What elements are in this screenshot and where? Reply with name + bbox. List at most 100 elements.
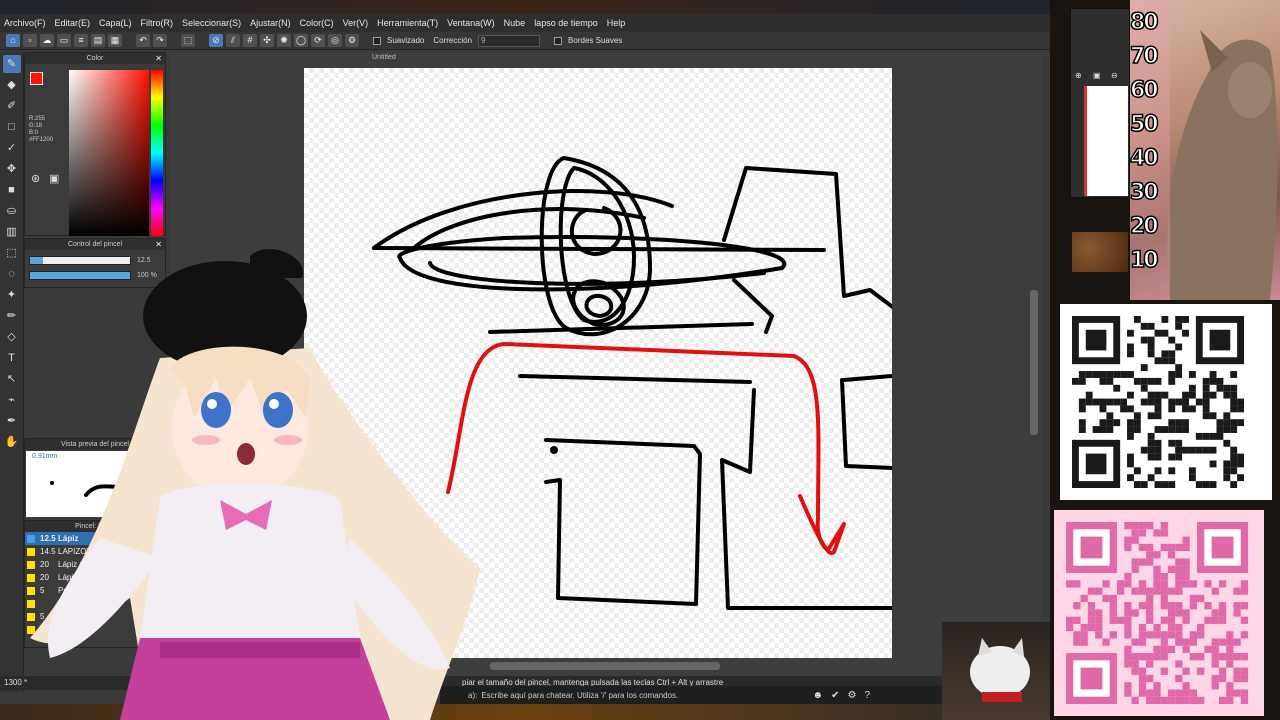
color-panel: Color ✕ R:255 G:18 B:0 #FF1200 ⊛ ▣	[24, 52, 166, 236]
layers-icon[interactable]: ▤	[91, 34, 105, 47]
snap-radial-icon[interactable]: ✺	[277, 34, 291, 47]
home-icon[interactable]: ⌂	[6, 34, 20, 47]
snap-cross-icon[interactable]: ✣	[260, 34, 274, 47]
red-arrow-stroke	[446, 342, 846, 555]
ruler-number: 20	[1129, 213, 1159, 240]
menu-ajustar[interactable]: Ajustar(N)	[250, 18, 291, 28]
ruler-number: 30	[1129, 179, 1159, 206]
snap-grid-icon[interactable]: #	[243, 34, 257, 47]
menu-help[interactable]: Help	[607, 18, 626, 28]
selection-icon[interactable]: ⬚	[181, 34, 195, 47]
emoji-icon[interactable]: ☻	[813, 690, 824, 701]
document-icon[interactable]: ≡	[74, 34, 88, 47]
vtuber-avatar	[30, 248, 480, 720]
curve-tool-icon[interactable]: ✓	[3, 139, 21, 157]
menu-herramienta[interactable]: Herramienta(T)	[377, 18, 438, 28]
menu-filtro[interactable]: Filtro(R)	[141, 18, 174, 28]
color-wheel-icon[interactable]: ⊛	[31, 172, 40, 185]
hex-value: #FF1200	[29, 137, 54, 143]
white-cat-camera	[942, 622, 1050, 720]
chat-settings-icon[interactable]: ⚙	[847, 690, 856, 701]
menu-editar[interactable]: Editar(E)	[55, 18, 91, 28]
bordes-suaves-checkbox[interactable]	[554, 36, 563, 45]
cloud-icon[interactable]: ☁	[40, 34, 54, 47]
sketch-stroke	[840, 374, 894, 470]
sketch-stroke	[518, 374, 752, 384]
snap-off-icon[interactable]: ⊘	[209, 34, 223, 47]
height-ruler: 80 70 60 50 40 30 20 10	[1129, 6, 1160, 278]
ruler-number: 80	[1129, 9, 1159, 36]
document-title: Untitled	[372, 54, 396, 61]
ruler-number: 40	[1129, 145, 1159, 172]
color-history-icon[interactable]: ▣	[49, 172, 59, 185]
close-icon[interactable]: ✕	[155, 53, 162, 64]
zoom-in-icon[interactable]: ⊕	[1075, 71, 1082, 80]
bucket-tool-icon[interactable]: ⛀	[3, 202, 21, 220]
toolbar: ⌂ ▫ ☁ ▭ ≡ ▤ ▦ ↶ ↷ ⬚ ⊘ ⫽ # ✣ ✺ ◯ ⟳ ◎ ⚙ Su…	[0, 32, 1050, 50]
sketch-stroke	[720, 388, 894, 610]
white-cat-illustration	[970, 638, 1030, 702]
pink-qr-code[interactable]	[1054, 510, 1264, 716]
menu-seleccionar[interactable]: Seleccionar(S)	[182, 18, 241, 28]
snap-curve-icon[interactable]: ⟳	[311, 34, 325, 47]
snap-parallel-icon[interactable]: ⫽	[226, 34, 240, 47]
layer-thumbnail	[1072, 232, 1128, 272]
qr-pattern	[1066, 522, 1248, 704]
menu-nube[interactable]: Nube	[504, 18, 526, 28]
sketch-stroke	[544, 438, 702, 606]
move-tool-icon[interactable]: ✥	[3, 160, 21, 178]
save-icon[interactable]: ▭	[57, 34, 71, 47]
foreground-color-swatch[interactable]	[30, 72, 43, 85]
snap-settings-icon[interactable]: ⚙	[345, 34, 359, 47]
undo-icon[interactable]: ↶	[136, 34, 150, 47]
ruler-number: 50	[1129, 111, 1159, 138]
eraser-tool-icon[interactable]: ◆	[3, 76, 21, 94]
menu-ventana[interactable]: Ventana(W)	[447, 18, 495, 28]
correccion-select[interactable]: 9	[478, 34, 541, 47]
grid-icon[interactable]: ▦	[108, 34, 122, 47]
sketch-stroke	[722, 166, 896, 310]
suavizado-label: Suavizado	[387, 36, 425, 45]
snap-circle-icon[interactable]: ◯	[294, 34, 308, 47]
red-value: R:255	[29, 116, 46, 122]
ruler-number: 10	[1129, 247, 1159, 274]
pen-tool-icon[interactable]: ✎	[2, 55, 21, 73]
hue-slider[interactable]	[151, 70, 163, 236]
paypal-qr-code[interactable]	[1060, 304, 1272, 500]
navigator-preview	[1084, 86, 1128, 196]
paint-app: Archivo(F) Editar(E) Capa(L) Filtro(R) S…	[0, 0, 1050, 720]
help-icon[interactable]: ?	[864, 690, 870, 701]
menu-lapso[interactable]: lapso de tiempo	[534, 18, 598, 28]
new-file-icon[interactable]: ▫	[23, 34, 37, 47]
correccion-label: Corrección	[433, 36, 473, 45]
menu-capa[interactable]: Capa(L)	[99, 18, 132, 28]
snap-ellipse-icon[interactable]: ◎	[328, 34, 342, 47]
send-check-icon[interactable]: ✔	[831, 690, 839, 701]
vertical-scrollbar[interactable]	[1030, 290, 1038, 435]
fill-rect-tool-icon[interactable]: ■	[3, 181, 21, 199]
color-panel-title: Color	[86, 55, 104, 62]
blue-value: B:0	[29, 130, 39, 136]
rgb-readout: R:255 G:18 B:0 #FF1200	[29, 116, 53, 144]
fit-icon[interactable]: ▣	[1093, 71, 1101, 80]
sketch-stroke	[584, 293, 614, 318]
sketch-stroke	[550, 446, 558, 454]
menu-archivo[interactable]: Archivo(F)	[4, 18, 46, 28]
redo-icon[interactable]: ↷	[153, 34, 167, 47]
window-title-strip	[0, 0, 1050, 14]
menu-color[interactable]: Color(C)	[300, 18, 334, 28]
ruler-number: 60	[1129, 77, 1159, 104]
menu-bar: Archivo(F) Editar(E) Capa(L) Filtro(R) S…	[0, 14, 1050, 32]
chat-input[interactable]: Escribe aquí para chatear. Utiliza '/' p…	[481, 691, 678, 700]
zoom-out-icon[interactable]: ⊖	[1111, 71, 1118, 80]
shape-tool-icon[interactable]: □	[3, 118, 21, 136]
saturation-value-picker[interactable]	[69, 70, 149, 236]
horizontal-scrollbar[interactable]	[490, 662, 720, 670]
qr-pattern	[1072, 316, 1244, 488]
suavizado-checkbox[interactable]	[373, 36, 381, 45]
green-value: G:18	[29, 123, 43, 129]
menu-ver[interactable]: Ver(V)	[343, 18, 369, 28]
bordes-suaves-label: Bordes Suaves	[568, 36, 623, 45]
blur-tool-icon[interactable]: ✐	[3, 97, 21, 115]
ruler-number: 70	[1129, 43, 1159, 70]
